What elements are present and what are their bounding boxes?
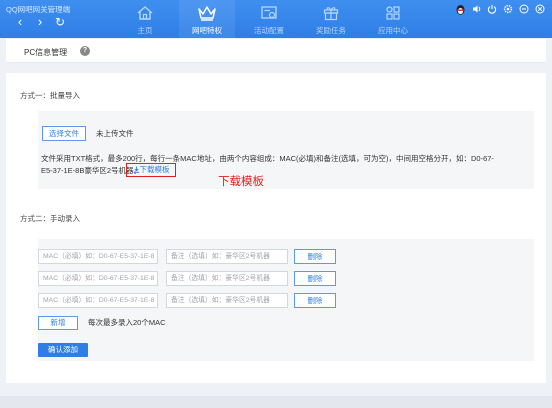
gift-icon [323,7,339,21]
format-description-line1: 文件采用TXT格式，最多200行，每行一条MAC地址，由两个内容组成：MAC(必… [41,154,494,163]
section2-title: 方式二：手动录入 [20,214,80,223]
tab-privileges[interactable]: 网吧特权 [179,0,235,38]
limit-note: 每次最多录入20个MAC [88,318,166,327]
back-button[interactable]: ‹ [14,15,26,29]
close-icon[interactable] [535,4,545,14]
mac-input-2[interactable] [38,271,158,286]
page-header: PC信息管理 ? [6,39,546,63]
note-input-2[interactable] [166,271,288,286]
gear-icon[interactable] [503,4,513,14]
file-status: 未上传文件 [96,129,134,138]
add-row-button[interactable]: 新增 [38,316,78,330]
top-bar: QQ网吧网关管理端 ‹ › ↻ 主页 网吧特权 活动配置 奖励任务 应用中心 [0,0,552,38]
qq-penguin-icon[interactable] [455,4,465,15]
tab-app-center-label: 应用中心 [378,26,408,35]
download-template-annotation: 下载模板 [218,176,264,188]
main-panel: 方式一：批量导入 选择文件 未上传文件 文件采用TXT格式，最多200行，每行一… [6,73,546,383]
tab-activity-config-label: 活动配置 [254,26,284,35]
power-icon[interactable] [487,4,497,14]
help-icon[interactable]: ? [80,46,90,56]
minimize-icon[interactable] [519,4,529,14]
batch-import-box [38,111,534,189]
crown-icon [198,6,216,21]
tab-home-label: 主页 [137,26,153,35]
note-input-1[interactable] [166,249,288,264]
tab-home[interactable]: 主页 [117,0,173,38]
forward-button[interactable]: › [34,15,46,29]
tab-privileges-label: 网吧特权 [192,26,222,35]
delete-button-1[interactable]: 删除 [294,249,336,264]
tab-reward-tasks-label: 奖励任务 [316,26,346,35]
volume-icon[interactable] [472,4,482,14]
bottom-strip [0,396,552,408]
delete-button-2[interactable]: 删除 [294,271,336,286]
home-icon [137,6,153,20]
settings-board-icon [261,6,277,19]
confirm-add-button[interactable]: 确认添加 [38,343,88,357]
download-template-label: 下载模板 [139,165,170,174]
delete-button-3[interactable]: 删除 [294,293,336,308]
tab-app-center[interactable]: 应用中心 [365,0,421,38]
note-input-3[interactable] [166,293,288,308]
tab-activity-config[interactable]: 活动配置 [241,0,297,38]
refresh-button[interactable]: ↻ [54,15,66,29]
download-icon [133,166,139,173]
page-title: PC信息管理 [24,48,68,57]
download-template-link[interactable]: 下载模板 [126,163,176,177]
choose-file-button[interactable]: 选择文件 [42,126,86,141]
apps-icon [386,6,400,20]
tab-reward-tasks[interactable]: 奖励任务 [303,0,359,38]
section1-title: 方式一：批量导入 [20,91,80,100]
mac-input-1[interactable] [38,249,158,264]
mac-input-3[interactable] [38,293,158,308]
